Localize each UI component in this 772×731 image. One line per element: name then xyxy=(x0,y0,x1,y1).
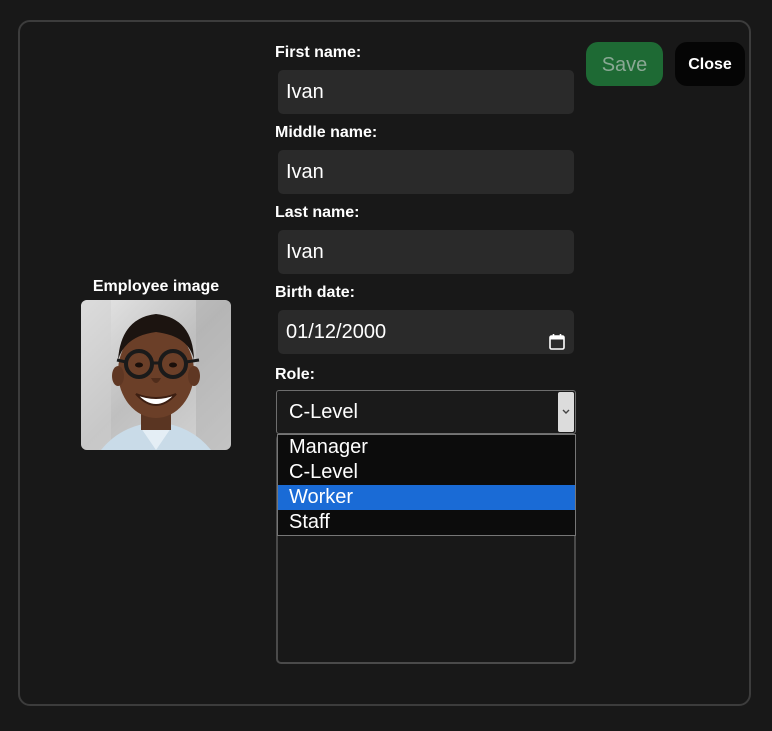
role-select[interactable]: C-Level xyxy=(276,390,576,434)
first-name-label: First name: xyxy=(275,44,362,61)
chevron-down-icon[interactable] xyxy=(558,392,574,432)
employee-avatar[interactable] xyxy=(81,300,231,450)
role-option-worker[interactable]: Worker xyxy=(278,485,575,510)
employee-image-section: Employee image xyxy=(81,278,231,450)
last-name-input[interactable] xyxy=(278,230,574,274)
first-name-input[interactable] xyxy=(278,70,574,114)
role-option-staff[interactable]: Staff xyxy=(278,510,575,535)
role-label: Role: xyxy=(275,366,315,383)
role-select-value: C-Level xyxy=(289,401,358,423)
save-button[interactable]: Save xyxy=(586,42,663,86)
middle-name-input[interactable] xyxy=(278,150,574,194)
last-name-label: Last name: xyxy=(275,204,360,221)
employee-image-label: Employee image xyxy=(92,278,220,295)
birth-date-label: Birth date: xyxy=(275,284,355,301)
role-option-c-level[interactable]: C-Level xyxy=(278,460,575,485)
calendar-icon[interactable] xyxy=(548,323,566,350)
birth-date-value: 01/12/2000 xyxy=(286,321,387,343)
role-option-manager[interactable]: Manager xyxy=(278,435,575,460)
middle-name-label: Middle name: xyxy=(275,124,378,141)
birth-date-input[interactable]: 01/12/2000 xyxy=(278,310,574,354)
role-dropdown-list: Manager C-Level Worker Staff xyxy=(277,434,576,536)
close-button[interactable]: Close xyxy=(675,42,745,86)
